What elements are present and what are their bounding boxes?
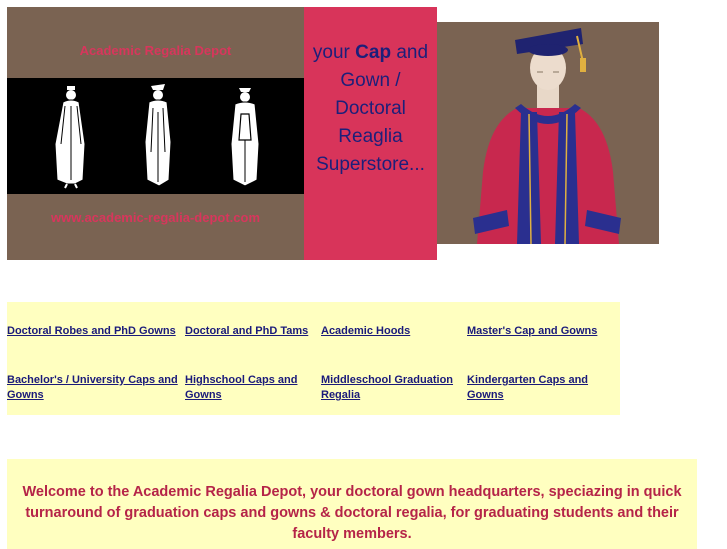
gown-silhouettes-strip (7, 78, 304, 194)
tagline-bold: Cap (355, 42, 392, 63)
brand-url: www.academic-regalia-depot.com (50, 210, 261, 225)
nav-link-kindergarten[interactable]: Kindergarten Caps and Gowns (467, 373, 605, 403)
nav-link-masters[interactable]: Master's Cap and Gowns (467, 324, 617, 339)
nav-link-academic-hoods[interactable]: Academic Hoods (321, 324, 461, 339)
nav-link-bachelors[interactable]: Bachelor's / University Caps and Gowns (7, 373, 183, 403)
nav-link-doctoral-robes[interactable]: Doctoral Robes and PhD Gowns (7, 324, 183, 339)
doctoral-gown-photo (437, 22, 659, 244)
tagline-panel: your Cap and Gown / Doctoral Reaglia Sup… (304, 7, 437, 260)
gown-figure-back (230, 88, 260, 187)
brand-title: Academic Regalia Depot (79, 43, 232, 58)
tagline: your Cap and Gown / Doctoral Reaglia Sup… (304, 39, 437, 179)
category-nav: Doctoral Robes and PhD Gowns Doctoral an… (7, 302, 620, 415)
welcome-panel: Welcome to the Academic Regalia Depot, y… (7, 459, 697, 549)
banner-logo-panel: Academic Regalia Depot www.academic-rega… (7, 7, 304, 260)
tagline-part1: your (312, 42, 356, 63)
welcome-text: Welcome to the Academic Regalia Depot, y… (22, 484, 682, 542)
nav-link-highschool[interactable]: Highschool Caps and Gowns (185, 373, 309, 403)
gown-figure-front (54, 86, 86, 189)
nav-link-doctoral-tams[interactable]: Doctoral and PhD Tams (185, 324, 315, 339)
nav-link-middleschool[interactable]: Middleschool Graduation Regalia (321, 373, 461, 403)
gown-figure-side (144, 84, 172, 187)
